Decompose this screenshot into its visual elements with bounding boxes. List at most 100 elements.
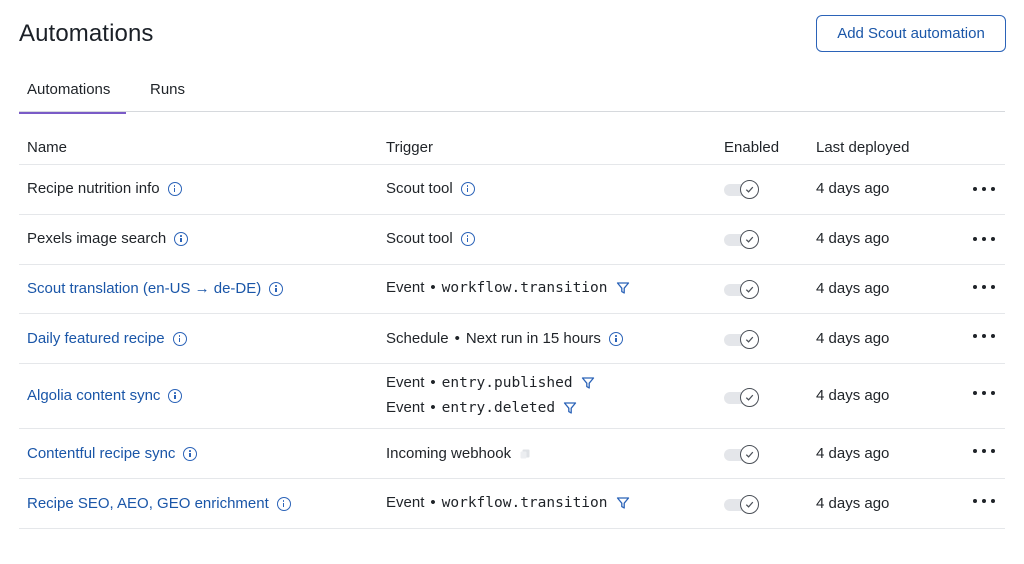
- info-icon[interactable]: [172, 331, 187, 346]
- automation-name-link[interactable]: Scout translation (en-US → de-DE): [27, 280, 261, 297]
- last-deployed: 4 days ago: [816, 387, 889, 404]
- automation-name-link[interactable]: Daily featured recipe: [27, 330, 165, 347]
- table-row: Algolia content sync Event • entry.publi…: [19, 364, 1005, 429]
- check-icon: [745, 236, 754, 243]
- toggle-knob: [740, 280, 759, 299]
- info-icon[interactable]: [460, 231, 475, 246]
- last-deployed: 4 days ago: [816, 230, 889, 247]
- name-cell: Algolia content sync: [27, 387, 183, 404]
- name-cell: Contentful recipe sync: [27, 445, 198, 462]
- more-horizontal-icon[interactable]: [973, 444, 995, 458]
- toggle-knob: [740, 388, 759, 407]
- tab-automations-label: Automations: [27, 81, 111, 98]
- more-horizontal-icon[interactable]: [973, 280, 995, 294]
- tab-runs[interactable]: Runs: [150, 81, 185, 112]
- trigger-cell: Schedule • Next run in 15 hours: [386, 330, 623, 347]
- check-icon: [745, 286, 754, 293]
- more-horizontal-icon[interactable]: [973, 386, 995, 400]
- info-icon[interactable]: [460, 181, 475, 196]
- toggle-knob: [740, 445, 759, 464]
- last-deployed-text: 4 days ago: [816, 387, 890, 404]
- add-scout-automation-button[interactable]: Add Scout automation: [816, 15, 1006, 52]
- enabled-toggle[interactable]: [724, 387, 760, 407]
- table-row: Recipe nutrition info Scout tool 4 days …: [19, 165, 1005, 215]
- info-icon[interactable]: [269, 281, 284, 296]
- enabled-toggle[interactable]: [724, 279, 760, 299]
- trigger-schedule-detail: Next run in 15 hours: [465, 330, 601, 347]
- trigger-type: Event: [386, 399, 425, 416]
- filter-funnel-icon[interactable]: [581, 376, 595, 390]
- filter-funnel-icon[interactable]: [616, 281, 630, 295]
- trigger-cell: Scout tool: [386, 230, 475, 247]
- separator-dot: •: [454, 330, 460, 347]
- trigger-cell-secondary: Event • entry.deleted: [386, 399, 577, 416]
- copy-icon[interactable]: [519, 448, 531, 460]
- table-header: Name Trigger Enabled Last deployed: [19, 128, 1005, 165]
- last-deployed-text: 4 days ago: [816, 230, 890, 247]
- last-deployed-text: 4 days ago: [816, 180, 890, 197]
- trigger-type: Event: [386, 494, 425, 511]
- filter-funnel-icon[interactable]: [563, 401, 577, 415]
- automation-name-link[interactable]: Recipe SEO, AEO, GEO enrichment: [27, 495, 269, 512]
- separator-dot: •: [430, 374, 436, 391]
- toggle-knob: [740, 180, 759, 199]
- check-icon: [745, 451, 754, 458]
- more-horizontal-icon[interactable]: [973, 494, 995, 508]
- last-deployed: 4 days ago: [816, 280, 889, 297]
- trigger-event-name: workflow.transition: [441, 279, 608, 296]
- table-row: Scout translation (en-US → de-DE) Event …: [19, 265, 1005, 314]
- more-horizontal-icon[interactable]: [973, 329, 995, 343]
- name-cell: Recipe SEO, AEO, GEO enrichment: [27, 495, 291, 512]
- last-deployed-text: 4 days ago: [816, 330, 890, 347]
- last-deployed: 4 days ago: [816, 180, 889, 197]
- active-tab-indicator: [19, 112, 126, 114]
- info-icon[interactable]: [168, 388, 183, 403]
- column-header-name: Name: [27, 139, 68, 156]
- trigger-cell: Scout tool: [386, 180, 475, 197]
- info-icon[interactable]: [608, 331, 623, 346]
- more-horizontal-icon[interactable]: [973, 182, 995, 196]
- trigger-type: Event: [386, 279, 425, 296]
- name-cell: Pexels image search: [27, 230, 189, 247]
- automation-name-link[interactable]: Contentful recipe sync: [27, 445, 175, 462]
- last-deployed: 4 days ago: [816, 330, 889, 347]
- trigger-event-name: entry.published: [441, 374, 573, 391]
- enabled-toggle[interactable]: [724, 179, 760, 199]
- toggle-knob: [740, 495, 759, 514]
- check-icon: [745, 336, 754, 343]
- name-cell: Daily featured recipe: [27, 330, 187, 347]
- filter-funnel-icon[interactable]: [616, 496, 630, 510]
- table-row: Recipe SEO, AEO, GEO enrichment Event • …: [19, 479, 1005, 529]
- enabled-toggle[interactable]: [724, 494, 760, 514]
- last-deployed-text: 4 days ago: [816, 280, 890, 297]
- enabled-toggle[interactable]: [724, 229, 760, 249]
- enabled-toggle[interactable]: [724, 444, 760, 464]
- more-horizontal-icon[interactable]: [973, 232, 995, 246]
- info-icon[interactable]: [167, 181, 182, 196]
- automation-name: Recipe nutrition info: [27, 180, 160, 197]
- trigger-type: Scout tool: [386, 180, 453, 197]
- trigger-event-name: workflow.transition: [441, 494, 608, 511]
- separator-dot: •: [430, 279, 436, 296]
- automation-name-link[interactable]: Algolia content sync: [27, 387, 160, 404]
- last-deployed-text: 4 days ago: [816, 445, 890, 462]
- trigger-type: Scout tool: [386, 230, 453, 247]
- tab-automations[interactable]: Automations: [19, 81, 126, 114]
- check-icon: [745, 394, 754, 401]
- column-header-last-deployed: Last deployed: [816, 139, 910, 156]
- name-cell: Scout translation (en-US → de-DE): [27, 280, 284, 297]
- trigger-type: Incoming webhook: [386, 445, 512, 462]
- check-icon: [745, 186, 754, 193]
- page-title: Automations: [19, 20, 154, 47]
- trigger-type: Event: [386, 374, 425, 391]
- last-deployed-text: 4 days ago: [816, 495, 890, 512]
- info-icon[interactable]: [183, 446, 198, 461]
- info-icon[interactable]: [276, 496, 291, 511]
- enabled-toggle[interactable]: [724, 329, 760, 349]
- table-row: Contentful recipe sync Incoming webhook …: [19, 429, 1005, 479]
- trigger-event-name: entry.deleted: [441, 399, 556, 416]
- check-icon: [745, 501, 754, 508]
- table-row: Pexels image search Scout tool 4 days ag…: [19, 215, 1005, 265]
- trigger-cell: Event • entry.published: [386, 374, 595, 391]
- info-icon[interactable]: [174, 231, 189, 246]
